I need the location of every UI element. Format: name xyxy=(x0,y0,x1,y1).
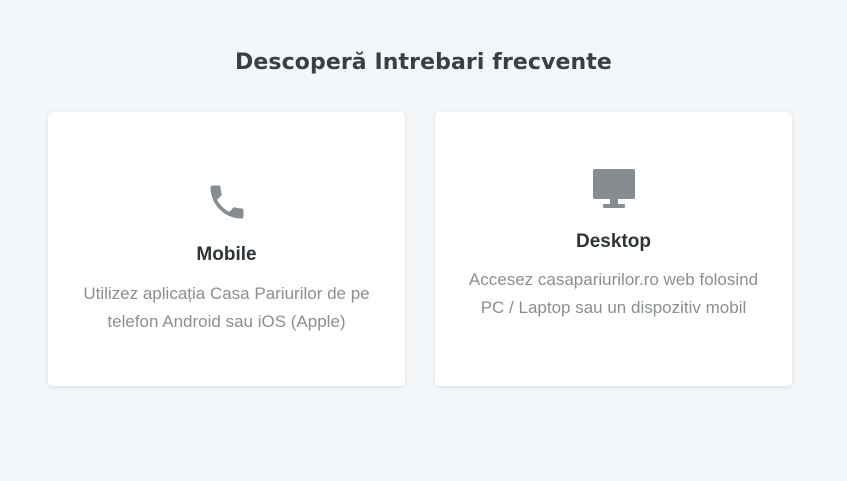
phone-icon xyxy=(205,180,249,224)
desktop-card-description: Accesez casapariurilor.ro web folosind P… xyxy=(468,270,759,317)
mobile-card-title: Mobile xyxy=(196,244,257,265)
mobile-card[interactable]: Mobile Utilizez aplicația Casa Pariurilo… xyxy=(48,112,405,386)
desktop-monitor-icon xyxy=(591,167,637,211)
mobile-card-description: Utilizez aplicația Casa Pariurilor de pe… xyxy=(83,284,370,331)
page-title: Descoperă Intrebari frecvente xyxy=(235,50,612,75)
desktop-card-title: Desktop xyxy=(576,231,651,252)
desktop-card[interactable]: Desktop Accesez casapariurilor.ro web fo… xyxy=(435,112,792,386)
